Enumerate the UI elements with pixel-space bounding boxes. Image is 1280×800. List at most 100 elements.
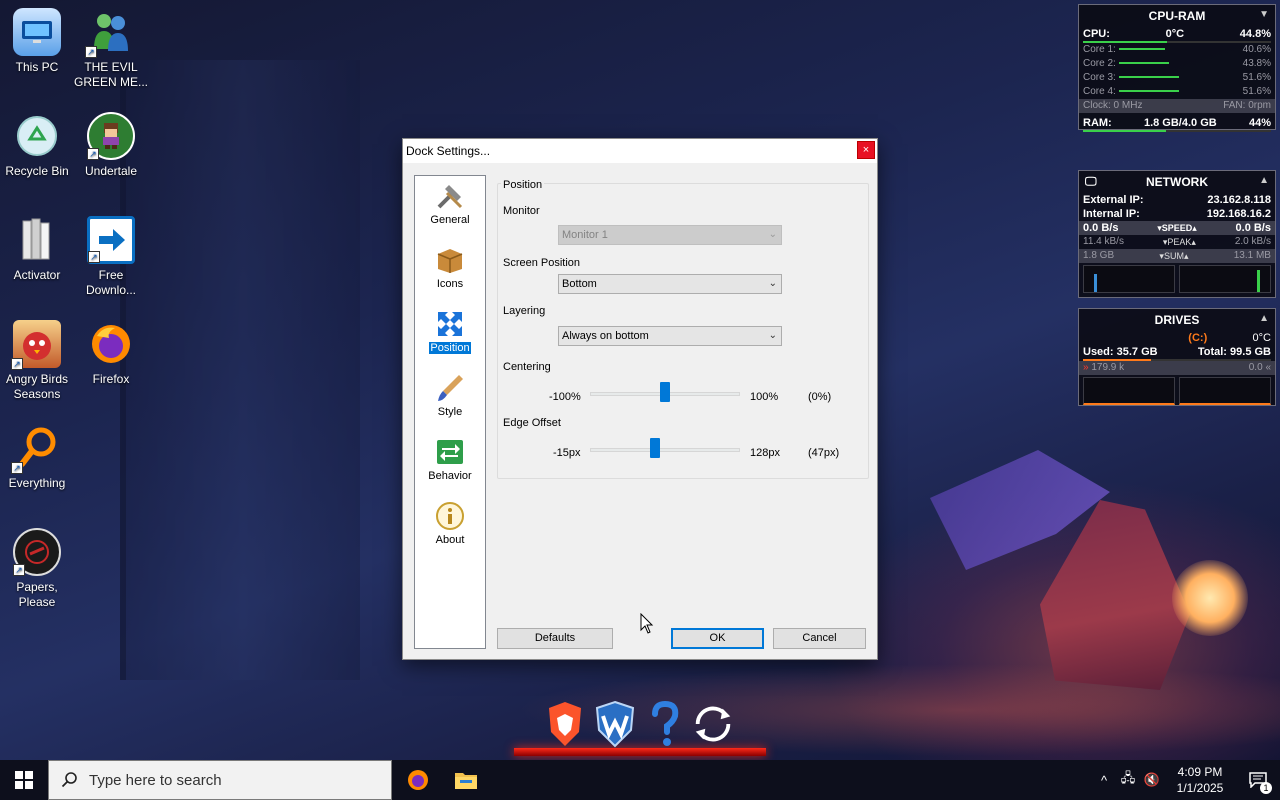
edge-offset-min: -15px — [553, 447, 581, 459]
sidebar-item-general[interactable]: General — [415, 176, 485, 240]
shortcut-arrow-icon: ↗ — [11, 462, 23, 474]
core-label: Core 3: — [1083, 72, 1116, 83]
sidebar-item-label: General — [430, 214, 470, 226]
centering-slider-thumb[interactable] — [660, 382, 670, 402]
chevron-up-icon[interactable]: ^ — [1092, 773, 1116, 788]
ok-button[interactable]: OK — [671, 628, 764, 649]
position-group: Position Monitor Monitor 1 ⌄ Screen Posi… — [497, 179, 869, 479]
notification-count: 1 — [1260, 782, 1272, 794]
desktop-icon-this-pc[interactable]: This PC — [0, 8, 74, 75]
sidebar-item-behavior[interactable]: Behavior — [415, 432, 485, 496]
edge-offset-max: 128px — [750, 447, 780, 459]
action-center-button[interactable]: 1 — [1236, 760, 1280, 800]
folder-icon — [455, 773, 477, 789]
core-value: 43.8% — [1242, 58, 1271, 69]
brave-icon[interactable] — [542, 700, 588, 748]
firefox-icon — [408, 770, 428, 790]
drives-gadget[interactable]: DRIVES ▲ (C:) 0°C Used: 35.7 GB Total: 9… — [1078, 308, 1276, 406]
taskbar-search-box[interactable]: Type here to search — [48, 760, 392, 800]
taskbar-clock[interactable]: 4:09 PM 1/1/2025 — [1164, 764, 1236, 796]
wallpaper-doorway — [120, 60, 360, 680]
drive-temp: 0°C — [1252, 332, 1271, 344]
shortcut-arrow-icon: ↗ — [11, 358, 23, 370]
desktop-icon-everything[interactable]: ↗ Everything — [0, 424, 74, 491]
drive-read: 179.9 k — [1091, 362, 1125, 373]
gadget-title: CPU-RAM — [1148, 9, 1206, 23]
sidebar-item-icons[interactable]: Icons — [415, 240, 485, 304]
network-icon[interactable]: 🖧 — [1116, 769, 1140, 791]
start-button[interactable] — [0, 760, 48, 800]
drive-used: Used: 35.7 GB — [1083, 346, 1158, 358]
desktop-icon-free-download[interactable]: ↗ Free Downlo... — [74, 216, 148, 298]
drive-io-row: » 179.9 k 0.0 « — [1079, 361, 1275, 375]
desktop-icon-firefox[interactable]: Firefox — [74, 320, 148, 387]
monitor-icon: 🖵 — [1085, 174, 1097, 188]
cpu-value: 44.8% — [1239, 28, 1271, 40]
monitor-select[interactable]: Monitor 1 ⌄ — [558, 225, 782, 245]
desktop-icon-papers-please[interactable]: ↗ Papers, Please — [0, 528, 74, 610]
ram-percent: 44% — [1248, 117, 1271, 129]
core-value: 40.6% — [1242, 44, 1271, 55]
centering-max: 100% — [750, 391, 779, 403]
cancel-button[interactable]: Cancel — [773, 628, 866, 649]
layering-select[interactable]: Always on bottom ⌄ — [558, 326, 782, 346]
messenger-people-icon: ↗ — [85, 8, 135, 58]
upload-graph — [1179, 265, 1271, 293]
core-row: Core 3: 51.6% — [1079, 71, 1275, 85]
chevron-up-icon[interactable]: ▲ — [1259, 313, 1269, 324]
desktop-icon-activator[interactable]: Activator — [0, 216, 74, 283]
layering-label: Layering — [503, 305, 546, 317]
close-button[interactable]: × — [857, 141, 875, 159]
edge-offset-slider-thumb[interactable] — [650, 438, 661, 458]
sidebar-item-label: About — [435, 534, 465, 546]
dialog-titlebar[interactable]: Dock Settings... × — [403, 139, 877, 163]
help-icon[interactable] — [642, 700, 688, 748]
this-pc-icon — [13, 8, 61, 56]
network-gadget[interactable]: 🖵 NETWORK ▲ External IP: 23.162.8.118 In… — [1078, 170, 1276, 298]
wise-care-icon[interactable] — [592, 700, 638, 748]
desktop-icon-recycle-bin[interactable]: Recycle Bin — [0, 112, 74, 179]
chevron-up-icon[interactable]: ▲ — [1259, 175, 1269, 186]
desktop-icon-label: Recycle Bin — [5, 164, 69, 178]
desktop-icon-label: Activator — [13, 268, 61, 282]
fan-value: FAN: 0rpm — [1223, 100, 1271, 111]
drive-write: 0.0 — [1248, 362, 1263, 373]
refresh-icon[interactable] — [690, 700, 736, 748]
sidebar-item-label: Position — [429, 342, 471, 354]
dialog-title: Dock Settings... — [406, 144, 491, 158]
core-label: Core 4: — [1083, 86, 1116, 97]
cpu-temp: 0°C — [1165, 28, 1185, 40]
chevron-down-icon: ⌄ — [768, 229, 777, 240]
desktop-icon-angry-birds[interactable]: ↗ Angry Birds Seasons — [0, 320, 74, 402]
gadget-header: 🖵 NETWORK ▲ — [1079, 171, 1275, 193]
screen-position-select[interactable]: Bottom ⌄ — [558, 274, 782, 294]
chevron-down-icon[interactable]: ▼ — [1259, 9, 1269, 20]
folder-books-icon — [13, 216, 61, 264]
ram-label: RAM: — [1083, 117, 1112, 129]
desktop-icon-evil-green-me[interactable]: ↗ THE EVIL GREEN ME... — [74, 8, 148, 90]
sidebar-item-label: Behavior — [428, 470, 472, 482]
clock-date: 1/1/2025 — [1176, 781, 1224, 795]
ram-bar — [1083, 130, 1166, 132]
cpu-row: CPU: 0°C 44.8% — [1079, 27, 1275, 41]
defaults-button[interactable]: Defaults — [497, 628, 613, 649]
undertale-icon: ↗ — [87, 112, 135, 160]
sidebar-item-position[interactable]: Position — [415, 304, 485, 368]
taskbar-firefox[interactable] — [394, 760, 442, 800]
read-icon: » — [1083, 362, 1089, 373]
edge-offset-slider-track[interactable] — [590, 448, 740, 452]
taskbar-file-explorer[interactable] — [442, 760, 490, 800]
mouse-cursor-icon — [640, 613, 654, 634]
volume-muted-icon[interactable]: 🔇 — [1140, 772, 1164, 788]
sum-row: 1.8 GB ▾SUM▴ 13.1 MB — [1079, 249, 1275, 263]
monitor-label: Monitor — [503, 205, 540, 217]
cpu-ram-gadget[interactable]: CPU-RAM ▼ CPU: 0°C 44.8% Core 1: 40.6% C… — [1078, 4, 1276, 132]
core-row: Core 1: 40.6% — [1079, 43, 1275, 57]
sidebar-item-style[interactable]: Style — [415, 368, 485, 432]
sidebar-item-about[interactable]: About — [415, 496, 485, 560]
core-row: Core 4: 51.6% — [1079, 85, 1275, 99]
desktop-icon-undertale[interactable]: ↗ Undertale — [74, 112, 148, 179]
drive-letter: (C:) — [1188, 332, 1208, 344]
dock-settings-dialog[interactable]: Dock Settings... × General Icons Positio… — [402, 138, 878, 660]
cpu-label: CPU: — [1083, 28, 1110, 40]
